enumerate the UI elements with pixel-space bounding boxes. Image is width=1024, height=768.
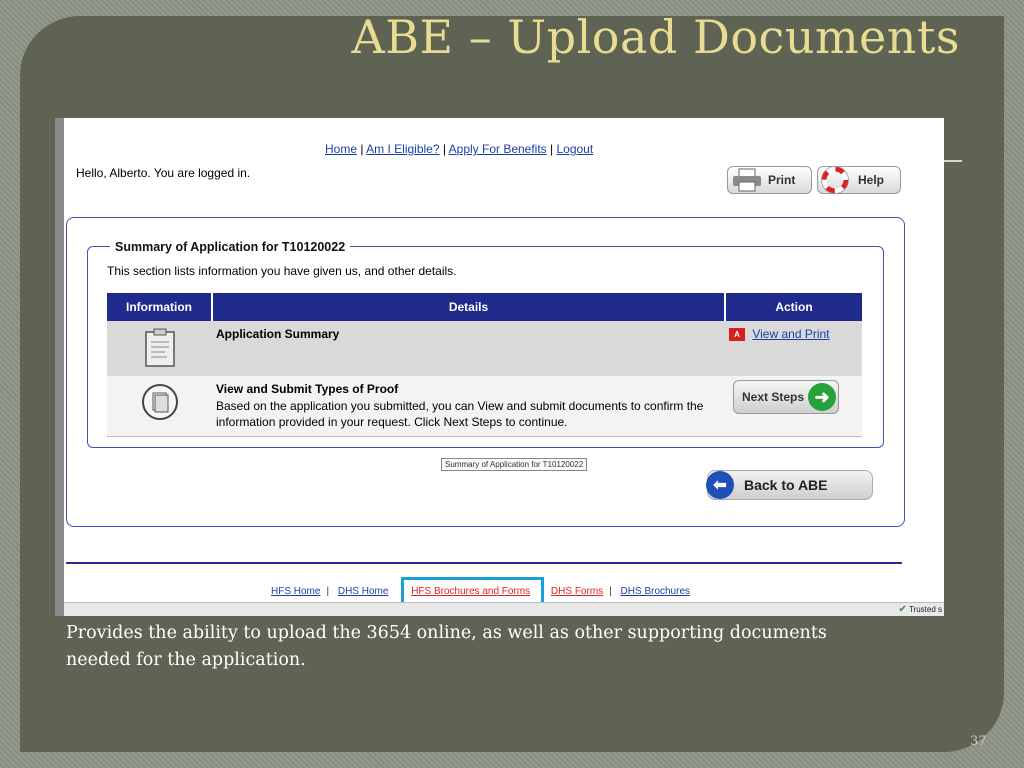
next-steps-label: Next Steps [742, 390, 805, 404]
trusted-site-indicator: ✔ Trusted s [898, 604, 942, 615]
proof-title: View and Submit Types of Proof [216, 382, 399, 396]
row-action-cell: A View and Print [725, 321, 862, 376]
header-action: Action [725, 293, 862, 321]
footer-hfs-brochures-forms-link[interactable]: HFS Brochures and Forms [411, 586, 530, 597]
slide-title: ABE – Upload Documents [351, 10, 960, 64]
trusted-site-text: Trusted s [908, 605, 942, 614]
header-information: Information [107, 293, 213, 321]
top-navigation: Home | Am I Eligible? | Apply For Benefi… [325, 142, 594, 156]
table-row: Application Summary A View and Print [107, 321, 862, 376]
row-details-cell: View and Submit Types of Proof Based on … [212, 376, 725, 437]
row-action-cell: Next Steps ➜ [725, 376, 862, 437]
view-and-print-link[interactable]: View and Print [752, 327, 829, 341]
nav-am-i-eligible-link[interactable]: Am I Eligible? [366, 142, 439, 156]
back-to-abe-button[interactable]: ⬅ Back to ABE [706, 470, 873, 500]
header-details: Details [212, 293, 726, 321]
browser-status-bar: ✔ Trusted s [64, 602, 944, 616]
help-label: Help [858, 173, 885, 187]
next-steps-button[interactable]: Next Steps ➜ [733, 380, 840, 414]
summary-table: Information Details Action Application S… [107, 293, 862, 437]
nav-home-link[interactable]: Home [325, 142, 357, 156]
footer-dhs-home-link[interactable]: DHS Home [338, 586, 389, 597]
proof-description: Based on the application you submitted, … [216, 399, 704, 429]
document-circle-icon [141, 384, 178, 420]
print-button[interactable]: Print [727, 166, 812, 194]
print-label: Print [768, 173, 796, 187]
row-details-cell: Application Summary [212, 321, 725, 376]
nav-apply-for-benefits-link[interactable]: Apply For Benefits [449, 142, 547, 156]
left-arrow-icon: ⬅ [706, 471, 734, 499]
right-arrow-icon: ➜ [808, 383, 837, 411]
summary-section-title: Summary of Application for T10120022 [110, 240, 351, 254]
greeting-text: Hello, Alberto. You are logged in. [76, 166, 251, 180]
pdf-icon: A [729, 328, 745, 342]
window-left-border [55, 118, 64, 616]
tooltip: Summary of Application for T10120022 [441, 458, 588, 471]
row-icon-cell [107, 321, 212, 376]
printer-icon [733, 168, 761, 192]
application-summary-title: Application Summary [216, 327, 340, 341]
back-to-abe-label: Back to ABE [744, 477, 828, 493]
footer-dhs-brochures-link[interactable]: DHS Brochures [621, 586, 690, 597]
app-screenshot: Home | Am I Eligible? | Apply For Benefi… [55, 118, 944, 616]
row-icon-cell [107, 376, 212, 437]
table-row: View and Submit Types of Proof Based on … [107, 376, 862, 437]
slide-caption: Provides the ability to upload the 3654 … [66, 623, 827, 670]
nav-logout-link[interactable]: Logout [556, 142, 593, 156]
clipboard-icon [144, 328, 175, 367]
footer-links: HFS Home | DHS Home HFS Brochures and For… [271, 586, 691, 597]
title-divider [944, 160, 962, 162]
footer-hfs-home-link[interactable]: HFS Home [271, 586, 320, 597]
checkmark-icon: ✔ [898, 604, 907, 615]
footer-divider [66, 562, 902, 564]
lifebuoy-icon [821, 167, 849, 193]
summary-intro-text: This section lists information you have … [107, 264, 457, 278]
footer-dhs-forms-link[interactable]: DHS Forms [551, 586, 603, 597]
slide-page-number: 37 [970, 734, 987, 749]
help-button[interactable]: Help [817, 166, 901, 194]
